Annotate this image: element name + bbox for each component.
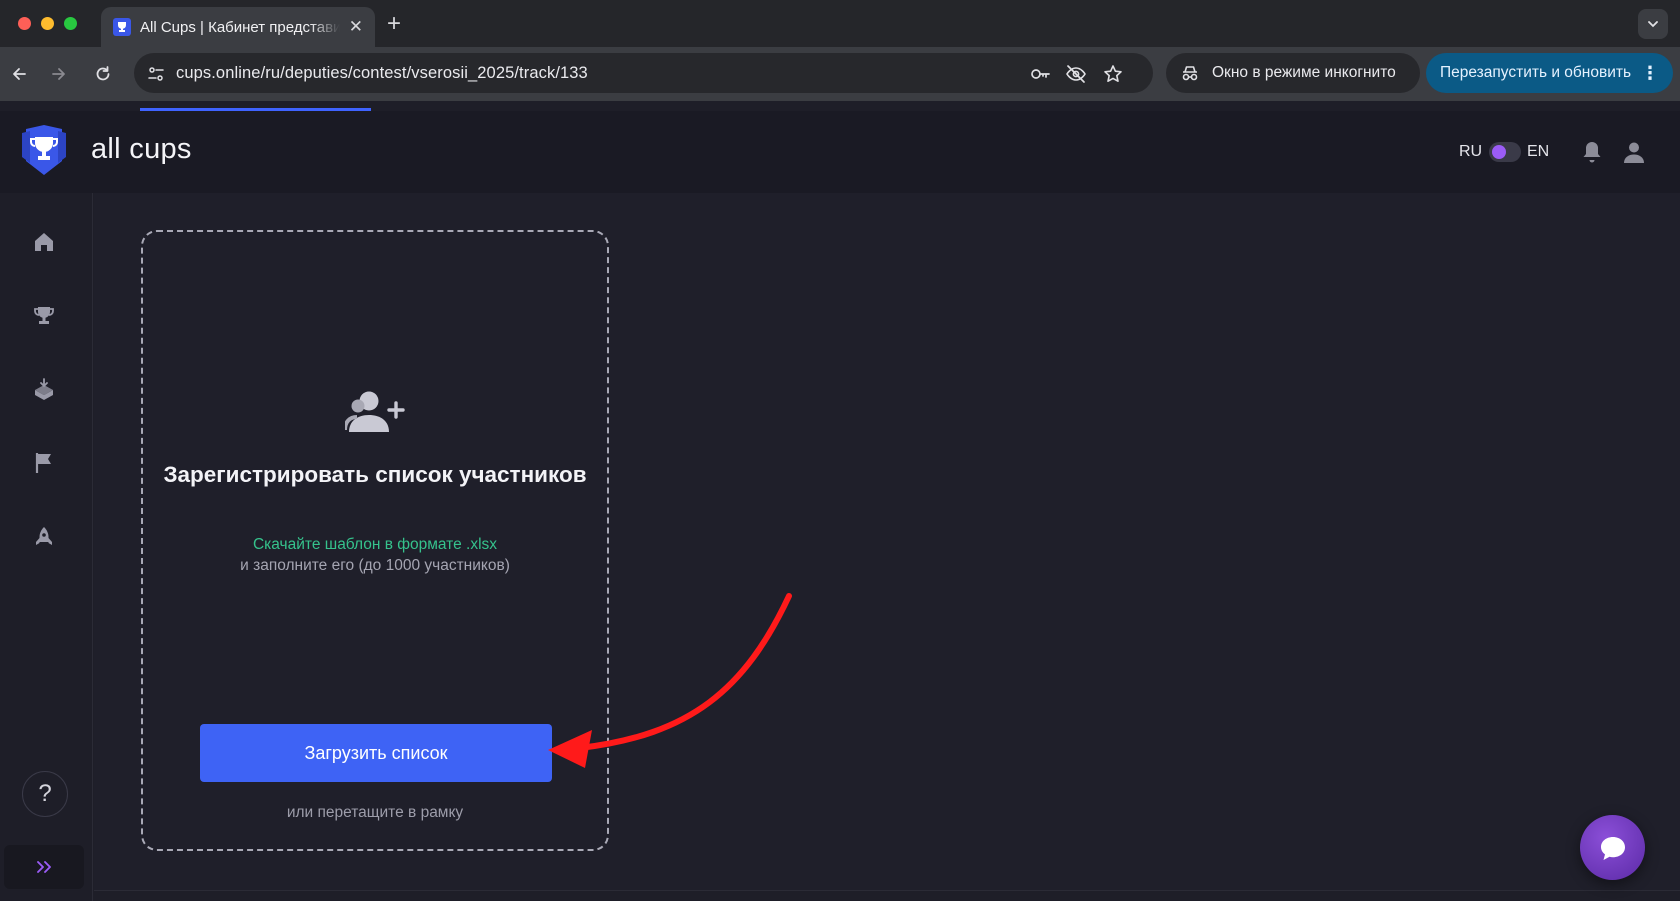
star-icon[interactable] — [1102, 63, 1124, 85]
key-icon[interactable] — [1029, 63, 1051, 85]
tab-close-icon[interactable]: ✕ — [349, 17, 363, 37]
browser-toolbar: cups.online/ru/deputies/contest/vserosii… — [0, 47, 1680, 101]
sidebar-item-tracks[interactable] — [26, 445, 62, 481]
upload-dropzone[interactable]: Зарегистрировать список участников Скача… — [141, 230, 609, 851]
tab-search-button[interactable] — [1638, 9, 1668, 39]
upload-list-button[interactable]: Загрузить список — [200, 724, 552, 782]
app-header: all cups RU EN — [0, 111, 1680, 193]
arrow-left-icon — [13, 68, 26, 80]
rocket-icon — [36, 527, 52, 545]
upload-title: Зарегистрировать список участников — [163, 462, 587, 487]
drag-hint: или перетащите в рамку — [286, 804, 464, 821]
more-menu-icon[interactable]: ⋮ — [1641, 63, 1659, 84]
incognito-indicator[interactable]: Окно в режиме инкогнито — [1166, 53, 1420, 93]
browser-tabstrip: All Cups | Кабинет представителя ✕ + — [0, 0, 1680, 47]
language-toggle[interactable] — [1489, 142, 1521, 162]
content-bottom-divider — [94, 890, 1680, 891]
all-cups-logo-icon[interactable] — [22, 125, 66, 175]
sidebar-item-submissions[interactable] — [26, 372, 62, 408]
address-bar[interactable]: cups.online/ru/deputies/contest/vserosii… — [134, 53, 1153, 93]
window-minimize-control[interactable] — [41, 17, 54, 30]
relaunch-label: Перезапустить и обновить — [1440, 64, 1632, 81]
favicon-icon — [113, 18, 131, 36]
flag-icon — [35, 453, 51, 473]
incognito-label: Окно в режиме инкогнито — [1212, 64, 1396, 81]
reload-icon — [96, 66, 110, 81]
lang-en-label[interactable]: EN — [1527, 143, 1549, 161]
site-settings-icon[interactable] — [145, 63, 167, 85]
sidebar-item-contests[interactable] — [26, 298, 62, 334]
window-close-control[interactable] — [18, 17, 31, 30]
trophy-icon — [34, 307, 54, 324]
bell-icon — [1583, 142, 1601, 163]
chat-bubble-icon — [1600, 836, 1625, 860]
download-template-link[interactable]: Скачайте шаблон в формате .xlsx — [143, 536, 607, 554]
chevron-down-icon — [1648, 21, 1658, 28]
tab-title: All Cups | Кабинет представителя — [140, 18, 340, 36]
double-chevron-right-icon — [37, 861, 51, 873]
forward-button[interactable] — [44, 59, 74, 89]
window-zoom-control[interactable] — [64, 17, 77, 30]
template-hint: и заполните его (до 1000 участников) — [240, 557, 510, 574]
sidebar-item-home[interactable] — [26, 224, 62, 260]
home-icon — [35, 233, 53, 251]
new-tab-button[interactable]: + — [387, 10, 401, 38]
arrow-right-icon — [52, 68, 65, 80]
notifications-button[interactable] — [1579, 139, 1605, 165]
back-button[interactable] — [4, 59, 34, 89]
sidebar-expand-button[interactable] — [4, 845, 84, 889]
incognito-icon — [1182, 66, 1198, 81]
add-user-icon — [345, 391, 405, 432]
language-toggle-knob — [1492, 145, 1506, 159]
app-sidebar: ? — [0, 193, 93, 901]
help-button[interactable]: ? — [22, 771, 68, 817]
profile-button[interactable] — [1621, 139, 1647, 165]
browser-tab-active[interactable]: All Cups | Кабинет представителя ✕ — [101, 7, 375, 47]
lang-ru-label[interactable]: RU — [1459, 143, 1482, 161]
chat-support-button[interactable] — [1580, 815, 1645, 880]
sidebar-item-launch[interactable] — [26, 519, 62, 555]
eye-off-icon[interactable] — [1065, 63, 1087, 85]
user-icon — [1624, 142, 1644, 163]
url-text[interactable]: cups.online/ru/deputies/contest/vserosii… — [176, 64, 588, 83]
brand-name[interactable]: all cups — [91, 133, 192, 166]
reload-button[interactable] — [88, 59, 118, 89]
relaunch-update-button[interactable]: Перезапустить и обновить ⋮ — [1426, 53, 1673, 93]
box-download-icon — [35, 378, 53, 400]
